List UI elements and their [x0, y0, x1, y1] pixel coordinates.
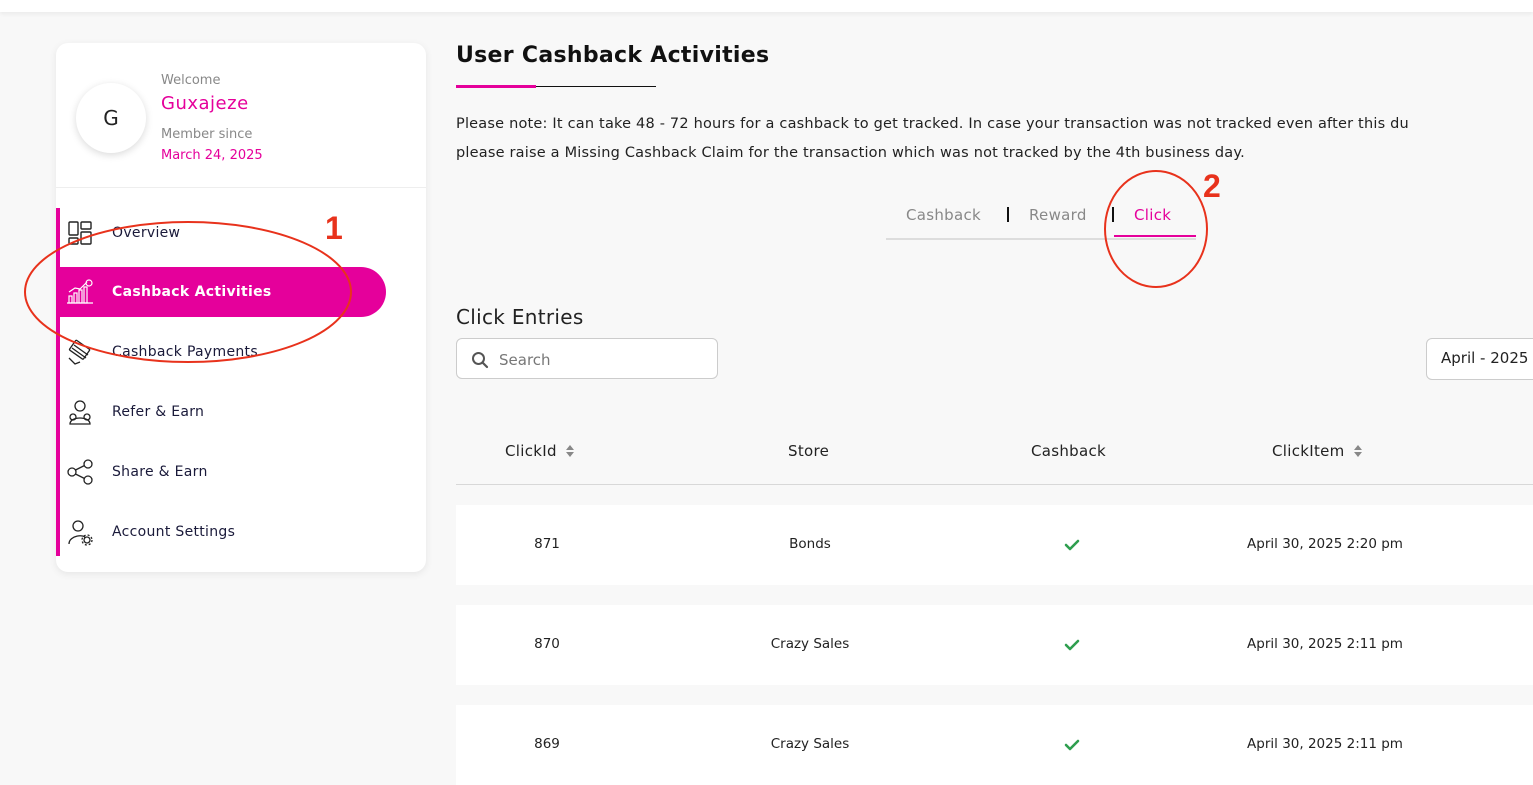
sort-icon[interactable] [565, 443, 575, 459]
sidebar-item-refer-earn[interactable]: Refer & Earn [56, 387, 386, 437]
user-name: Guxajeze [161, 93, 249, 114]
section-title: Click Entries [456, 305, 584, 329]
table-row: 870 Crazy Sales April 30, 2025 2:11 pm [456, 605, 1533, 685]
overview-grid-icon [68, 221, 92, 245]
account-sidebar: G Welcome Guxajeze Member since March 24… [56, 43, 426, 572]
table-row: 869 Crazy Sales April 30, 2025 2:11 pm [456, 705, 1533, 785]
tab-cashback[interactable]: Cashback [906, 206, 981, 224]
sidebar-item-overview[interactable]: Overview [56, 208, 386, 258]
column-header-cashback: Cashback [1031, 442, 1106, 460]
column-header-label: Cashback [1031, 442, 1107, 460]
refer-user-icon [69, 400, 91, 425]
tracking-note-line-1: Please note: It can take 48 - 72 hours f… [456, 116, 1409, 132]
tab-separator [1112, 207, 1114, 222]
sidebar-item-cashback-activities[interactable]: Cashback Activities [56, 267, 386, 317]
sort-icon[interactable] [1353, 443, 1363, 459]
cell-click-id: 871 [534, 536, 560, 552]
user-settings-icon [68, 520, 93, 546]
cell-click-item: April 30, 2025 2:11 pm [1247, 636, 1403, 652]
annotation-marker-2: 2 [1203, 168, 1221, 204]
column-header-clickitem[interactable]: ClickItem [1272, 442, 1363, 460]
tab-separator [1007, 207, 1009, 222]
cell-click-item: April 30, 2025 2:20 pm [1247, 536, 1403, 552]
cell-click-id: 870 [534, 636, 560, 652]
search-icon [472, 352, 489, 369]
cell-store: Crazy Sales [770, 736, 850, 752]
top-bar [0, 0, 1533, 12]
cell-click-id: 869 [534, 736, 560, 752]
avatar: G [76, 83, 146, 153]
month-filter-select[interactable]: April - 2025 [1426, 338, 1533, 380]
profile-card: G Welcome Guxajeze Member since March 24… [56, 43, 426, 188]
activity-tabs: Cashback Reward Click [886, 200, 1196, 240]
tab-reward[interactable]: Reward [1029, 206, 1087, 224]
check-icon [1064, 739, 1080, 751]
cell-store: Bonds [789, 536, 831, 552]
sidebar-item-label: Cashback Payments [112, 344, 258, 360]
welcome-label: Welcome [161, 73, 221, 88]
tab-click[interactable]: Click [1134, 206, 1171, 224]
sidebar-item-label: Account Settings [112, 524, 236, 540]
sidebar-item-cashback-payments[interactable]: Cashback Payments [56, 327, 386, 377]
sidebar-item-share-earn[interactable]: Share & Earn [56, 447, 386, 497]
title-underline-accent [456, 85, 536, 88]
table-row: 871 Bonds April 30, 2025 2:20 pm [456, 505, 1533, 585]
search-box [456, 338, 718, 379]
search-input[interactable] [497, 347, 711, 373]
sidebar-item-account-settings[interactable]: Account Settings [56, 507, 386, 557]
tracking-note-line-2: please raise a Missing Cashback Claim fo… [456, 145, 1245, 161]
page-title: User Cashback Activities [456, 43, 770, 68]
nav-rail [56, 208, 60, 556]
tracking-note: Please note: It can take 48 - 72 hours f… [456, 110, 1533, 168]
check-icon [1064, 539, 1080, 551]
sidebar-item-label: Overview [112, 225, 181, 241]
column-header-label: ClickId [505, 442, 557, 460]
chart-growth-icon [67, 279, 93, 304]
column-header-label: Store [788, 442, 830, 460]
table-header: ClickId Store Cashback ClickItem [456, 430, 1533, 485]
column-header-clickid[interactable]: ClickId [505, 442, 575, 460]
column-header-label: ClickItem [1272, 442, 1345, 460]
member-since-label: Member since [161, 127, 253, 142]
payment-card-icon [68, 339, 91, 365]
sidebar-item-label: Share & Earn [112, 464, 208, 480]
tab-active-indicator [1114, 235, 1196, 237]
member-since-date: March 24, 2025 [161, 148, 263, 163]
check-icon [1064, 639, 1080, 651]
sidebar-item-label: Cashback Activities [112, 284, 272, 300]
share-network-icon [67, 459, 93, 485]
cell-click-item: April 30, 2025 2:11 pm [1247, 736, 1403, 752]
cell-store: Crazy Sales [770, 636, 850, 652]
column-header-store: Store [788, 442, 829, 460]
sidebar-item-label: Refer & Earn [112, 404, 205, 420]
